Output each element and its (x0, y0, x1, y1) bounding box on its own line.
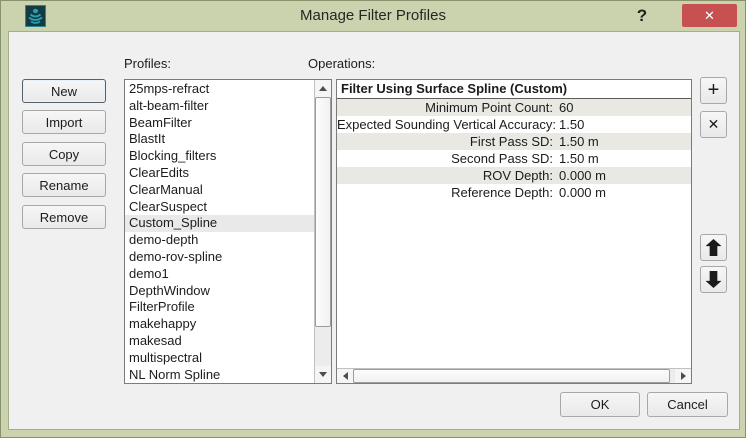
list-item[interactable]: 25mps-refract (125, 81, 314, 98)
list-item[interactable]: alt-beam-filter (125, 98, 314, 115)
move-up-button[interactable] (700, 234, 727, 261)
horizontal-scrollbar[interactable] (337, 368, 691, 383)
operation-param-value: 0.000 m (559, 167, 691, 184)
cancel-button[interactable]: Cancel (647, 392, 728, 417)
operation-param-value: 1.50 m (559, 133, 691, 150)
move-down-button[interactable] (700, 266, 727, 293)
manage-filter-profiles-dialog: Manage Filter Profiles ? ✕ Profiles: Ope… (0, 0, 746, 438)
copy-button[interactable]: Copy (22, 142, 106, 166)
list-item[interactable]: ClearEdits (125, 165, 314, 182)
list-item[interactable]: demo-depth (125, 232, 314, 249)
list-item[interactable]: FilterProfile (125, 299, 314, 316)
vertical-scroll-thumb[interactable] (315, 97, 331, 327)
scroll-up-button[interactable] (315, 80, 331, 97)
triangle-left-icon (343, 372, 348, 380)
list-item[interactable]: NL Norm Spline (125, 367, 314, 383)
delete-operation-button[interactable]: ✕ (700, 111, 727, 138)
list-item[interactable]: DepthWindow (125, 283, 314, 300)
operation-row[interactable]: Expected Sounding Vertical Accuracy: 1.5… (337, 116, 691, 133)
import-button[interactable]: Import (22, 110, 106, 134)
ok-button[interactable]: OK (560, 392, 640, 417)
operation-param-value: 1.50 (559, 116, 691, 133)
operation-param-value: 60 (559, 99, 691, 116)
horizontal-scroll-track[interactable] (353, 369, 675, 383)
horizontal-scroll-thumb[interactable] (353, 369, 670, 383)
arrow-down-icon (706, 271, 722, 288)
list-item[interactable]: ClearManual (125, 182, 314, 199)
vertical-scroll-track[interactable] (315, 97, 331, 366)
add-operation-button[interactable]: + (700, 77, 727, 104)
triangle-down-icon (319, 372, 327, 377)
list-item[interactable]: demo1 (125, 266, 314, 283)
list-item[interactable]: ClearSuspect (125, 199, 314, 216)
new-button[interactable]: New (22, 79, 106, 103)
operations-label: Operations: (308, 56, 375, 71)
list-item-selected[interactable]: Custom_Spline (125, 215, 314, 232)
help-icon[interactable]: ? (631, 4, 653, 28)
operation-param-label: Reference Depth: (337, 184, 553, 201)
cross-icon: ✕ (708, 116, 720, 133)
operation-row[interactable]: Reference Depth: 0.000 m (337, 184, 691, 201)
operation-header[interactable]: Filter Using Surface Spline (Custom) (337, 80, 691, 99)
profiles-list-viewport: 25mps-refract alt-beam-filter BeamFilter… (125, 80, 314, 383)
operations-panel: Filter Using Surface Spline (Custom) Min… (336, 79, 692, 384)
list-item[interactable]: BlastIt (125, 131, 314, 148)
operation-row[interactable]: ROV Depth: 0.000 m (337, 167, 691, 184)
scroll-right-button[interactable] (675, 369, 691, 383)
remove-button[interactable]: Remove (22, 205, 106, 229)
list-item[interactable]: multispectral (125, 350, 314, 367)
operation-param-label: Second Pass SD: (337, 150, 553, 167)
list-item[interactable]: BeamFilter (125, 115, 314, 132)
title-bar[interactable]: Manage Filter Profiles ? ✕ (1, 1, 745, 31)
list-item[interactable]: Blocking_filters (125, 148, 314, 165)
operation-row[interactable]: Second Pass SD: 1.50 m (337, 150, 691, 167)
triangle-up-icon (319, 86, 327, 91)
scroll-left-button[interactable] (337, 369, 353, 383)
list-item[interactable]: makehappy (125, 316, 314, 333)
rename-button[interactable]: Rename (22, 173, 106, 197)
list-item[interactable]: makesad (125, 333, 314, 350)
operation-param-label: First Pass SD: (337, 133, 553, 150)
scroll-down-button[interactable] (315, 366, 331, 383)
operation-param-value: 0.000 m (559, 184, 691, 201)
close-icon[interactable]: ✕ (682, 4, 737, 27)
arrow-up-icon (706, 239, 722, 256)
vertical-scrollbar[interactable] (314, 80, 331, 383)
triangle-right-icon (681, 372, 686, 380)
profiles-list: 25mps-refract alt-beam-filter BeamFilter… (124, 79, 332, 384)
plus-icon: + (708, 79, 720, 102)
dialog-content: Profiles: Operations: New Import Copy Re… (8, 31, 740, 430)
operation-row[interactable]: Minimum Point Count: 60 (337, 99, 691, 116)
operation-param-label: ROV Depth: (337, 167, 553, 184)
operation-param-label: Minimum Point Count: (337, 99, 553, 116)
operation-row[interactable]: First Pass SD: 1.50 m (337, 133, 691, 150)
list-item[interactable]: demo-rov-spline (125, 249, 314, 266)
operation-param-value: 1.50 m (559, 150, 691, 167)
profiles-label: Profiles: (124, 56, 171, 71)
operation-param-label: Expected Sounding Vertical Accuracy: (337, 116, 553, 133)
